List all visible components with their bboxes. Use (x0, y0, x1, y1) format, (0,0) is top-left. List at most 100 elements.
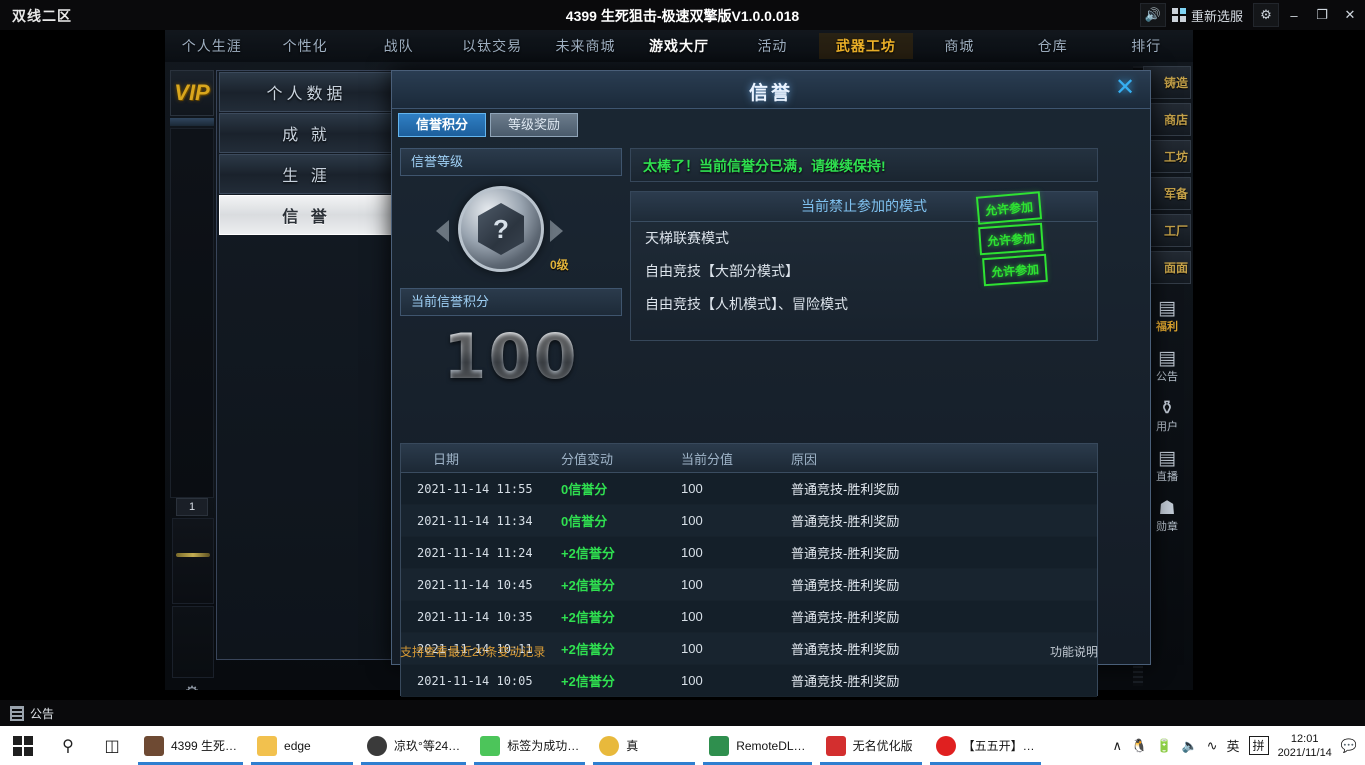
credit-info-column: 信誉等级 ? 0级 当前信誉积分 100 (400, 148, 622, 393)
nav-item-future-mall[interactable]: 未来商城 (539, 36, 632, 56)
mode-label: 天梯联赛模式 (645, 230, 729, 246)
ime-language-indicator[interactable]: 英 (1227, 736, 1240, 755)
status-badge-allowed: 允许参加 (978, 222, 1044, 256)
app-icon (825, 735, 846, 756)
table-row: 2021-11-14 11:55 0信誉分 100 普通竞技-胜利奖励 (401, 473, 1097, 505)
close-icon[interactable]: ✕ (1337, 3, 1363, 27)
tab-level-rewards[interactable]: 等级奖励 (490, 113, 578, 137)
ime-mode-indicator[interactable]: 拼 (1248, 736, 1269, 755)
announcement-label: 公告 (30, 706, 55, 721)
taskbar-app-label: 4399 生死… (171, 739, 238, 753)
nav-item-game-lobby[interactable]: 游戏大厅 (632, 36, 725, 56)
credit-score-heading: 当前信誉积分 (400, 288, 622, 316)
table-row: 2021-11-14 10:05 +2信誉分 100 普通竞技-胜利奖励 (401, 665, 1097, 697)
column-header-date: 日期 (433, 451, 460, 467)
taskbar-app-zhen[interactable]: 真 (589, 726, 699, 765)
table-header-row: 日期 分值变动 当前分值 原因 (401, 444, 1097, 473)
penguin-icon[interactable]: 🐧 (1131, 738, 1147, 754)
table-row: 2021-11-14 11:34 0信誉分 100 普通竞技-胜利奖励 (401, 505, 1097, 537)
windows-taskbar: ⚲ ◫ 4399 生死… edge 凉玖°等24… 标签为成功… 真 Remot… (0, 726, 1365, 765)
app-icon (144, 735, 164, 756)
tab-credit-points[interactable]: 信誉积分 (398, 113, 486, 137)
nav-item-personal-career[interactable]: 个人生涯 (165, 36, 258, 56)
right-rail-icon-label: 直播 (1156, 471, 1178, 483)
vip-badge[interactable]: VIP (170, 70, 214, 116)
reselect-server-button[interactable]: 重新选服 (1168, 3, 1251, 27)
cell-date: 2021-11-14 11:24 (417, 545, 533, 560)
live-stream-icon: ▤ (1158, 448, 1176, 469)
dialog-sidebar: 个人数据 成 就 生 涯 信 誉 (216, 70, 396, 660)
sidebar-item-credit[interactable]: 信 誉 (219, 195, 394, 235)
table-row: 2021-11-14 10:45 +2信誉分 100 普通竞技-胜利奖励 (401, 569, 1097, 601)
close-icon[interactable]: ✕ (1112, 76, 1138, 102)
nav-item-weapon-workshop[interactable]: 武器工坊 (819, 33, 913, 59)
app-icon (709, 735, 730, 756)
user-icon: ⚱ (1159, 398, 1175, 419)
restore-icon[interactable]: ❐ (1309, 3, 1335, 27)
taskbar-app-remotedl[interactable]: RemoteDL… (699, 726, 815, 765)
nav-item-events[interactable]: 活动 (726, 36, 819, 56)
dialog-header: 信誉 ✕ (392, 71, 1150, 109)
nav-item-ranking[interactable]: 排行 (1100, 36, 1193, 56)
game-nav-bar: 个人生涯 个性化 战队 以钛交易 未来商城 游戏大厅 活动 武器工坊 商城 仓库… (165, 30, 1193, 62)
taskbar-app-game[interactable]: 4399 生死… (134, 726, 247, 765)
sidebar-item-career[interactable]: 生 涯 (219, 154, 394, 194)
cell-reason: 普通竞技-胜利奖励 (791, 514, 900, 529)
gear-icon[interactable]: ⚙ (1253, 3, 1279, 27)
taskbar-app-music[interactable]: 【五五开】… (926, 726, 1045, 765)
credit-level-badge-icon: ? (458, 186, 544, 272)
taskbar-clock[interactable]: 12:01 2021/11/14 (1278, 732, 1332, 760)
taskbar-app-label-tool[interactable]: 标签为成功… (470, 726, 589, 765)
chevron-up-icon[interactable]: ∧ (1113, 738, 1123, 754)
cell-change: 0信誉分 (561, 482, 608, 497)
screen: 双线二区 4399 生死狙击-极速双擎版V1.0.0.018 🔊 重新选服 ⚙ … (0, 0, 1365, 765)
left-rail-panel (170, 128, 214, 498)
nav-item-customization[interactable]: 个性化 (258, 36, 351, 56)
column-header-change: 分值变动 (561, 451, 614, 467)
nav-item-clan[interactable]: 战队 (352, 36, 445, 56)
wifi-icon[interactable]: ∿ (1207, 738, 1218, 754)
taskbar-app-edge[interactable]: edge (247, 726, 357, 765)
calendar-icon: ▤ (1158, 298, 1176, 319)
taskbar-app-label: edge (284, 738, 311, 753)
weapon-slot-number[interactable]: 1 (176, 498, 208, 516)
cell-date: 2021-11-14 10:05 (417, 673, 533, 688)
credit-level-heading: 信誉等级 (400, 148, 622, 176)
status-badge-allowed: 允许参加 (975, 191, 1043, 225)
function-description-link[interactable]: 功能说明 (1050, 643, 1098, 660)
mode-label: 自由竞技【人机模式】、冒险模式 (645, 296, 848, 312)
nav-item-titanium-trade[interactable]: 以钛交易 (445, 36, 538, 56)
mode-label: 自由竞技【大部分模式】 (645, 263, 799, 279)
minimize-icon[interactable]: ‒ (1281, 3, 1307, 27)
taskbar-app-chat[interactable]: 凉玖°等24… (357, 726, 470, 765)
cell-date: 2021-11-14 10:35 (417, 609, 533, 624)
cell-reason: 普通竞技-胜利奖励 (791, 610, 900, 625)
taskbar-app-optimizer[interactable]: 无名优化版 (816, 726, 926, 765)
system-tray: ∧ 🐧 🔋 🔈 ∿ 英 拼 12:01 2021/11/14 💬 (1113, 732, 1365, 760)
task-view-icon[interactable]: ◫ (90, 726, 134, 765)
search-icon[interactable]: ⚲ (46, 726, 90, 765)
status-badge-allowed: 允许参加 (982, 253, 1048, 287)
nav-item-warehouse[interactable]: 仓库 (1006, 36, 1099, 56)
nav-item-shop[interactable]: 商城 (913, 36, 1006, 56)
cell-date: 2021-11-14 11:55 (417, 481, 533, 496)
weapon-slot-primary[interactable] (172, 518, 214, 604)
cell-change: 0信誉分 (561, 514, 608, 529)
clock-date: 2021/11/14 (1277, 746, 1332, 759)
sidebar-item-personal-data[interactable]: 个人数据 (219, 72, 394, 112)
vip-progress-bar (170, 118, 214, 126)
cell-score: 100 (681, 577, 703, 592)
windows-start-icon[interactable] (0, 726, 46, 765)
credit-dialog: 信誉 ✕ 信誉积分 等级奖励 信誉等级 ? 0级 当前信誉积分 100 太棒了！… (391, 70, 1151, 697)
speaker-icon[interactable]: 🔊 (1139, 3, 1166, 27)
sidebar-item-achievements[interactable]: 成 就 (219, 113, 394, 153)
app-icon (480, 735, 501, 756)
cell-date: 2021-11-14 10:45 (417, 577, 533, 592)
column-header-score: 当前分值 (681, 451, 734, 467)
announcement-bar[interactable]: 公告 (0, 700, 1365, 726)
speaker-icon[interactable]: 🔈 (1181, 738, 1197, 754)
table-row: 2021-11-14 11:24 +2信誉分 100 普通竞技-胜利奖励 (401, 537, 1097, 569)
cell-change: +2信誉分 (561, 610, 615, 625)
notification-icon[interactable]: 💬 (1341, 738, 1357, 754)
battery-icon[interactable]: 🔋 (1156, 738, 1172, 754)
